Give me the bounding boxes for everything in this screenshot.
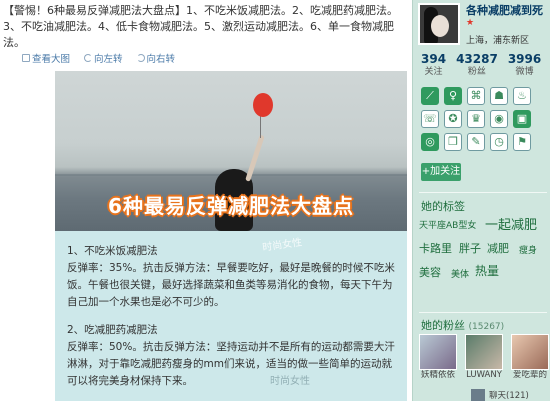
tag-item[interactable]: 一起减肥 xyxy=(485,214,537,233)
tag-item[interactable]: 瘦身 xyxy=(519,243,537,256)
stat-fans-label: 粉丝 xyxy=(467,67,486,77)
tag-item[interactable]: 减肥 xyxy=(487,240,509,256)
leaf-icon[interactable]: ⟋ xyxy=(421,87,439,105)
fan-avatar xyxy=(471,389,485,401)
fan-avatar xyxy=(465,334,503,370)
stat-posts-label: 微博 xyxy=(515,67,534,77)
tag-icon[interactable]: ✎ xyxy=(467,133,485,151)
post-column: 【警惕！6种最易反弹减肥法大盘点】1、不吃米饭减肥法。2、吃减肥药减肥法。3、不… xyxy=(0,0,412,401)
profile-location: 上海，浦东新区 xyxy=(466,36,530,46)
fan-avatar xyxy=(419,334,457,370)
robot-icon[interactable]: ☗ xyxy=(490,87,508,105)
section2-body: 反弹率：50%。抗击反弹方法：坚持运动并不是所有的运动都需要大汗淋淋，对于靠吃减… xyxy=(67,341,395,387)
stat-following-label: 关注 xyxy=(424,67,443,77)
section1-body: 反弹率：35%。抗击反弹方法：早餐要吃好，最好是晚餐的时候不吃米饭。午餐也很关键… xyxy=(67,262,395,308)
text-card: 1、不吃米饭减肥法 反弹率：35%。抗击反弹方法：早餐要吃好，最好是晚餐的时候不… xyxy=(55,231,407,401)
section1-title: 1、不吃米饭减肥法 xyxy=(67,245,158,257)
medal-icon[interactable]: ✪ xyxy=(444,110,462,128)
stat-fans-num: 43287 xyxy=(456,52,498,66)
avatar-face xyxy=(431,15,449,37)
avatar[interactable] xyxy=(418,3,460,45)
profile-sidebar: 各种减肥减到死 ★ 上海，浦东新区 394 关注 43287 粉丝 3996 微… xyxy=(412,0,550,401)
tags-heading: 她的标签 xyxy=(421,200,465,213)
box-icon[interactable]: ▣ xyxy=(513,110,531,128)
sport-icon[interactable]: ♨ xyxy=(513,87,531,105)
stat-fans[interactable]: 43287 粉丝 xyxy=(456,52,498,78)
fans-count: (15267) xyxy=(468,322,505,332)
fan-item[interactable]: 妖精依依 xyxy=(419,334,457,381)
divider xyxy=(419,192,547,193)
banner-title: 6种最易反弹减肥法大盘点 xyxy=(108,193,354,218)
rotate-left-button[interactable]: 向左转 xyxy=(84,51,123,65)
fan-name: 爱吃辈的 xyxy=(512,370,547,380)
bottom-fan-row: 聊天(121) xyxy=(419,389,550,401)
rotate-right-label: 向右转 xyxy=(146,54,176,65)
book-icon[interactable]: ❐ xyxy=(444,133,462,151)
tag-item[interactable]: 热量 xyxy=(475,262,499,279)
rotate-right-icon xyxy=(136,54,145,62)
image-toolbar: 查看大图 向左转 向右转 xyxy=(22,51,175,65)
badge-icon[interactable]: ⌘ xyxy=(467,87,485,105)
image-banner: 6种最易反弹减肥法大盘点 xyxy=(55,189,407,219)
crown-icon[interactable]: ♛ xyxy=(467,110,485,128)
divider xyxy=(419,312,547,313)
tag-item[interactable]: 美容 xyxy=(419,264,441,280)
fans-heading-title: 她的粉丝 xyxy=(421,319,465,332)
female-icon[interactable]: ♀ xyxy=(444,87,462,105)
star-badge-icon: ★ xyxy=(466,18,475,28)
flag-icon[interactable]: ⚑ xyxy=(513,133,531,151)
fan-name: 妖精依依 xyxy=(420,370,455,380)
balloon-string xyxy=(260,116,261,138)
stat-posts[interactable]: 3996 微博 xyxy=(508,52,541,78)
coin-icon[interactable]: ◉ xyxy=(490,110,508,128)
fans-list: 妖精依依 LUWANY 爱吃辈的 xyxy=(419,334,550,381)
red-balloon xyxy=(253,93,273,117)
fan-name: LUWANY xyxy=(466,370,502,380)
medal-row-3: ◎ ❐ ✎ ◷ ⚑ xyxy=(421,133,549,151)
clock-icon[interactable]: ◷ xyxy=(490,133,508,151)
fan-name[interactable]: 聊天(121) xyxy=(489,389,529,401)
section2-title: 2、吃减肥药减肥法 xyxy=(67,324,158,336)
fan-avatar xyxy=(511,334,549,370)
stat-following[interactable]: 394 关注 xyxy=(421,52,446,78)
talk-icon[interactable]: ☏ xyxy=(421,110,439,128)
view-large-button[interactable]: 查看大图 xyxy=(22,51,70,65)
rotate-left-icon xyxy=(84,54,93,62)
post-image[interactable]: 6种最易反弹减肥法大盘点 1、不吃米饭减肥法 反弹率：35%。抗击反弹方法：早餐… xyxy=(55,71,407,401)
view-large-label: 查看大图 xyxy=(32,54,71,65)
profile-stats: 394 关注 43287 粉丝 3996 微博 xyxy=(421,52,549,78)
tag-item[interactable]: 美体 xyxy=(451,267,469,280)
medal-row-2: ☏ ✪ ♛ ◉ ▣ xyxy=(421,110,549,128)
circle-icon[interactable]: ◎ xyxy=(421,133,439,151)
rotate-left-label: 向左转 xyxy=(94,54,123,65)
tag-item[interactable]: 卡路里 xyxy=(419,240,452,256)
watermark-bottom: 时尚女性 xyxy=(270,376,310,387)
fan-item[interactable]: 爱吃辈的 xyxy=(511,334,549,381)
sea-photo: 6种最易反弹减肥法大盘点 xyxy=(55,71,407,231)
rotate-right-button[interactable]: 向右转 xyxy=(136,51,176,65)
stat-following-num: 394 xyxy=(421,52,447,66)
magnify-icon xyxy=(22,54,30,62)
follow-button[interactable]: +加关注 xyxy=(421,163,461,181)
profile-name[interactable]: 各种减肥减到死 xyxy=(466,2,550,18)
stat-posts-num: 3996 xyxy=(507,52,542,66)
tag-item[interactable]: 天平座AB型女 xyxy=(419,218,476,231)
fans-heading: 她的粉丝 (15267) xyxy=(421,317,504,333)
tag-item[interactable]: 胖子 xyxy=(459,240,481,256)
post-text: 【警惕！6种最易反弹减肥法大盘点】1、不吃米饭减肥法。2、吃减肥药减肥法。3、不… xyxy=(3,4,398,49)
medal-row-1: ⟋ ♀ ⌘ ☗ ♨ xyxy=(421,87,549,105)
fan-item[interactable]: LUWANY xyxy=(465,334,503,381)
